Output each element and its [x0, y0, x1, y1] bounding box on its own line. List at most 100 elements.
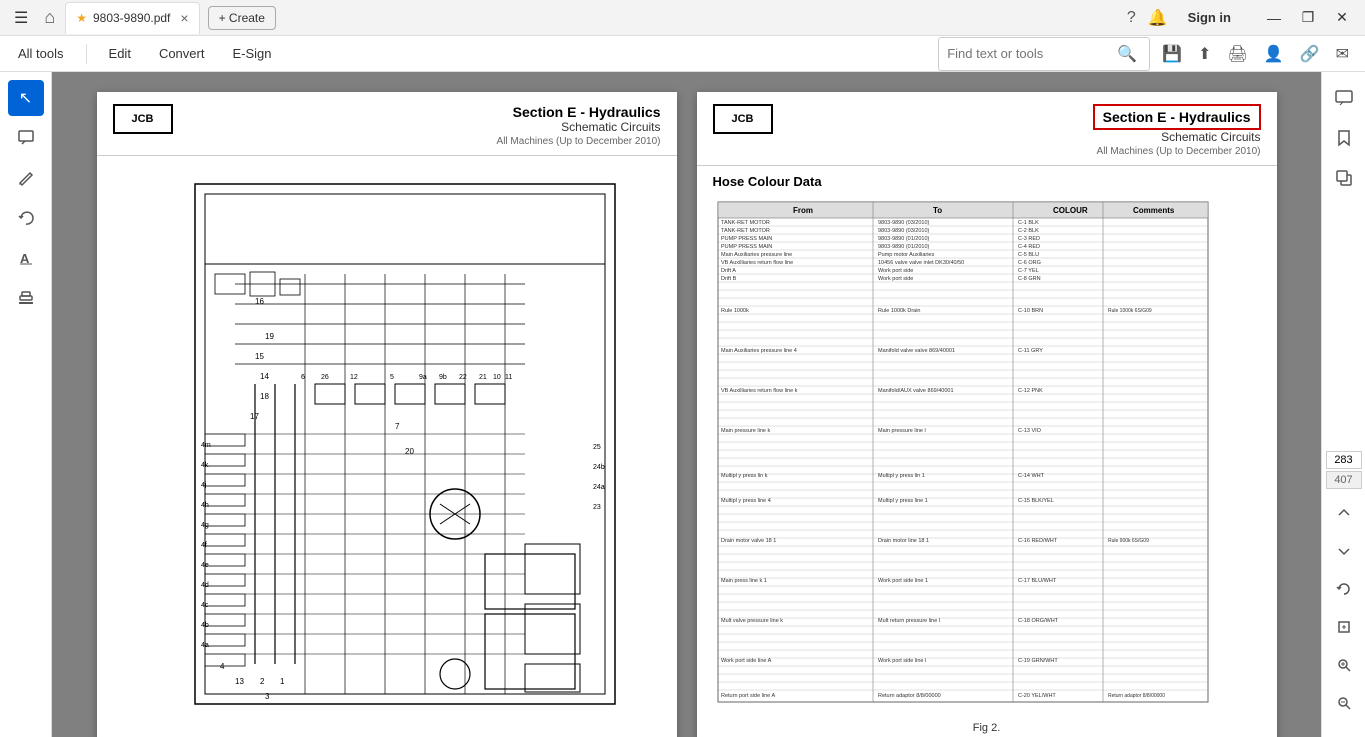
svg-text:24b: 24b [593, 464, 605, 471]
svg-text:10: 10 [493, 374, 501, 381]
edit-menu[interactable]: Edit [103, 42, 137, 65]
left-sidebar: ↖ A [0, 72, 52, 737]
window-controls: — ❐ ✕ [1259, 3, 1357, 33]
all-tools-menu[interactable]: All tools [12, 42, 70, 65]
email-icon[interactable]: ✉ [1332, 40, 1353, 68]
left-page-header: JCB Section E - Hydraulics Schematic Cir… [97, 92, 677, 156]
undo-tool[interactable] [8, 200, 44, 236]
svg-text:12: 12 [350, 374, 358, 381]
tab-close-icon[interactable]: × [180, 10, 188, 26]
annotate-tool[interactable] [8, 160, 44, 196]
help-icon[interactable]: ? [1127, 9, 1136, 27]
svg-text:Drain motor line 18 1: Drain motor line 18 1 [878, 538, 929, 544]
svg-text:15: 15 [255, 352, 264, 361]
fit-page-btn[interactable] [1326, 609, 1362, 645]
svg-text:C-8 GRN: C-8 GRN [1018, 276, 1041, 282]
upload-icon[interactable]: ⬆ [1194, 40, 1215, 68]
jcb-logo-right: JCB [713, 104, 773, 134]
svg-text:4j: 4j [201, 482, 207, 489]
pdf-viewer[interactable]: JCB Section E - Hydraulics Schematic Cir… [52, 72, 1321, 737]
svg-text:4f: 4f [201, 542, 207, 549]
reset-view-btn[interactable] [1326, 571, 1362, 607]
svg-text:Work port side line l: Work port side line l [878, 658, 926, 664]
svg-text:Return adaptor 8/8/00000: Return adaptor 8/8/00000 [878, 693, 941, 699]
close-button[interactable]: ✕ [1327, 3, 1357, 33]
pdf-page-left: JCB Section E - Hydraulics Schematic Cir… [97, 92, 677, 737]
stamp-tool[interactable] [8, 280, 44, 316]
svg-text:Main press line k 1: Main press line k 1 [721, 578, 767, 584]
hose-data-area: Hose Colour Data From To COLOUR Comments [697, 166, 1277, 718]
menu-icon[interactable]: ☰ [8, 4, 34, 32]
left-schematic: 4m 4k 4j 4h 4g 4f 4e 4d 4c 4b 4a 6 26 12 [97, 156, 677, 735]
svg-text:14: 14 [260, 372, 269, 381]
star-icon[interactable]: ★ [76, 11, 87, 25]
svg-text:C-10 BRN: C-10 BRN [1018, 308, 1043, 314]
left-section-sub: Schematic Circuits [173, 120, 661, 134]
svg-text:9a: 9a [419, 374, 427, 381]
svg-text:C-17 BLU/WHT: C-17 BLU/WHT [1018, 578, 1057, 584]
svg-text:4g: 4g [201, 522, 209, 529]
link-icon[interactable]: 🔗 [1296, 40, 1324, 68]
svg-text:PUMP PRESS MAIN: PUMP PRESS MAIN [721, 244, 772, 250]
svg-text:C-5 BLU: C-5 BLU [1018, 252, 1039, 258]
tab-bar: ★ 9803-9890.pdf × + Create [65, 2, 1123, 34]
comment-tool[interactable] [8, 120, 44, 156]
create-button[interactable]: + Create [208, 6, 276, 30]
svg-text:22: 22 [459, 374, 467, 381]
pdf-tab[interactable]: ★ 9803-9890.pdf × [65, 2, 199, 34]
svg-text:C-3 RED: C-3 RED [1018, 236, 1040, 242]
svg-text:3: 3 [265, 692, 270, 701]
scroll-up-btn[interactable] [1326, 495, 1362, 531]
schematic-svg-left: 4m 4k 4j 4h 4g 4f 4e 4d 4c 4b 4a 6 26 12 [105, 164, 645, 724]
scroll-controls: 283 407 [1326, 451, 1362, 729]
scroll-down-btn[interactable] [1326, 533, 1362, 569]
sign-in-button[interactable]: Sign in [1180, 6, 1239, 29]
esign-menu[interactable]: E-Sign [226, 42, 277, 65]
svg-text:Main pressure line k: Main pressure line k [721, 428, 770, 434]
svg-text:C-11 GRY: C-11 GRY [1018, 348, 1043, 354]
tab-filename: 9803-9890.pdf [93, 11, 170, 25]
svg-text:4m: 4m [201, 442, 211, 449]
svg-text:Main Auxiliaries pressure line: Main Auxiliaries pressure line 4 [721, 348, 797, 354]
save-icon[interactable]: 💾 [1158, 40, 1186, 68]
right-sidebar: 283 407 [1321, 72, 1365, 737]
home-icon[interactable]: ⌂ [38, 3, 61, 32]
svg-text:TANK-RET MOTOR: TANK-RET MOTOR [721, 228, 770, 234]
zoom-in-btn[interactable] [1326, 647, 1362, 683]
copy-panel-btn[interactable] [1326, 160, 1362, 196]
text-tool[interactable]: A [8, 240, 44, 276]
svg-text:21: 21 [479, 374, 487, 381]
svg-text:7: 7 [395, 422, 400, 431]
svg-text:25: 25 [593, 444, 601, 451]
maximize-button[interactable]: ❐ [1293, 3, 1323, 33]
minimize-button[interactable]: — [1259, 3, 1289, 33]
svg-text:9803-9890 (03/2010): 9803-9890 (03/2010) [878, 220, 930, 226]
current-page-box[interactable]: 283 [1326, 451, 1362, 469]
svg-text:19: 19 [265, 332, 274, 341]
cursor-tool[interactable]: ↖ [8, 80, 44, 116]
svg-text:Rule 1000k 6S/G09: Rule 1000k 6S/G09 [1108, 308, 1152, 314]
bookmark-panel-btn[interactable] [1326, 120, 1362, 156]
svg-text:C-19 GRN/WHT: C-19 GRN/WHT [1018, 658, 1058, 664]
notifications-icon[interactable]: 🔔 [1148, 8, 1168, 28]
comment-panel-btn[interactable] [1326, 80, 1362, 116]
svg-text:C-15 BLK/YEL: C-15 BLK/YEL [1018, 498, 1054, 504]
svg-text:C-20 YEL/WHT: C-20 YEL/WHT [1018, 693, 1056, 699]
svg-text:9803-9890 (01/2010): 9803-9890 (01/2010) [878, 236, 930, 242]
convert-menu[interactable]: Convert [153, 42, 211, 65]
hose-data-title: Hose Colour Data [713, 174, 1261, 189]
svg-text:C-6 ORG: C-6 ORG [1018, 260, 1041, 266]
zoom-out-btn[interactable] [1326, 685, 1362, 721]
account-icon[interactable]: 👤 [1260, 40, 1288, 68]
svg-text:16: 16 [255, 297, 264, 306]
right-fig-label: Fig 2. [697, 722, 1277, 734]
print-icon[interactable]: 🖨 [1223, 40, 1251, 68]
find-search-icon[interactable]: 🔍 [1113, 40, 1141, 68]
svg-text:Pump motor Auxiliaries: Pump motor Auxiliaries [878, 252, 934, 258]
svg-text:4c: 4c [201, 602, 209, 609]
find-input[interactable] [947, 46, 1107, 61]
svg-text:To: To [933, 206, 942, 215]
svg-text:TANK-RET MOTOR: TANK-RET MOTOR [721, 220, 770, 226]
right-header-text: Section E - Hydraulics Schematic Circuit… [773, 104, 1261, 157]
svg-text:23: 23 [593, 504, 601, 511]
